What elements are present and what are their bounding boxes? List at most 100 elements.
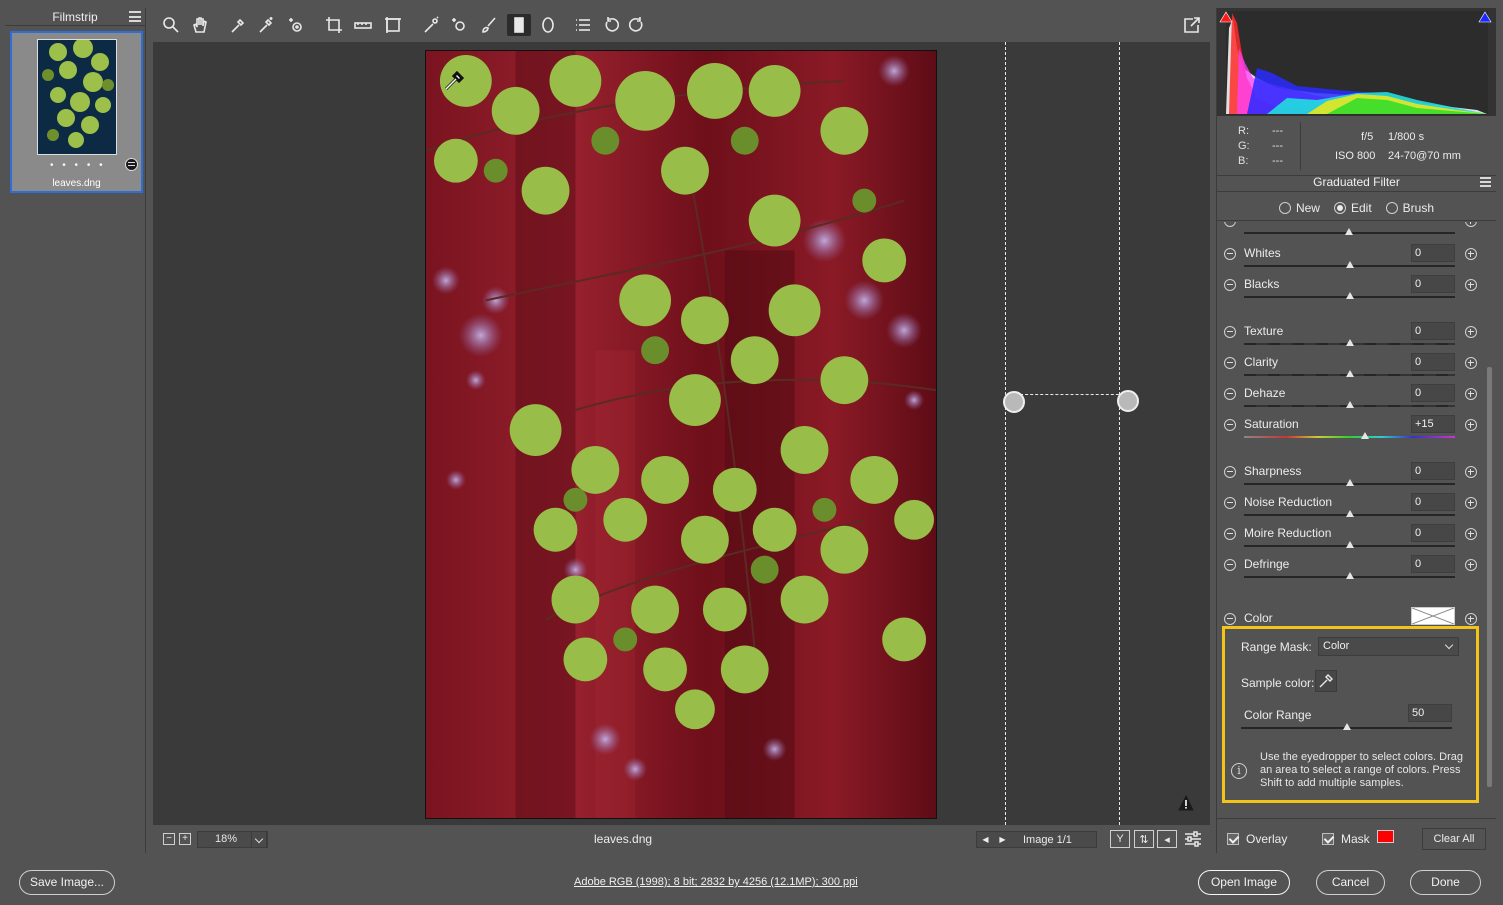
zoom-out-button[interactable]: −: [163, 833, 175, 845]
moire-reduction-decrease-icon[interactable]: [1224, 528, 1236, 540]
texture-value-field[interactable]: 0: [1411, 322, 1455, 340]
panel-menu-icon[interactable]: [1480, 177, 1491, 187]
fullscreen-icon[interactable]: [1180, 14, 1204, 36]
moire-reduction-value-field[interactable]: 0: [1411, 524, 1455, 542]
radial-filter-tool-icon[interactable]: [536, 14, 560, 36]
sharpness-increase-icon[interactable]: [1465, 466, 1477, 478]
defringe-value-field[interactable]: 0: [1411, 555, 1455, 573]
straighten-tool-icon[interactable]: [351, 14, 375, 36]
saturation-slider-thumb[interactable]: [1361, 432, 1370, 439]
workflow-options-link[interactable]: Adobe RGB (1998); 8 bit; 2832 by 4256 (1…: [574, 876, 858, 888]
saturation-increase-icon[interactable]: [1465, 419, 1477, 431]
graduated-filter-tool-icon[interactable]: [507, 14, 531, 36]
color-increase-icon[interactable]: [1465, 613, 1477, 625]
blacks-slider-thumb[interactable]: [1345, 292, 1354, 299]
decrease-icon[interactable]: [1224, 222, 1236, 227]
whites-decrease-icon[interactable]: [1224, 248, 1236, 260]
blacks-decrease-icon[interactable]: [1224, 279, 1236, 291]
noise-reduction-slider-thumb[interactable]: [1345, 510, 1354, 517]
zoom-in-button[interactable]: +: [179, 833, 191, 845]
whites-increase-icon[interactable]: [1465, 248, 1477, 260]
cancel-button[interactable]: Cancel: [1316, 870, 1385, 895]
color-swatch[interactable]: [1411, 607, 1455, 625]
highlight-clipping-warning-icon[interactable]: [1478, 11, 1492, 23]
defringe-decrease-icon[interactable]: [1224, 559, 1236, 571]
before-after-toggle-icon[interactable]: Y: [1110, 830, 1130, 848]
clarity-increase-icon[interactable]: [1465, 357, 1477, 369]
shadow-clipping-warning-icon[interactable]: [1219, 11, 1233, 23]
saturation-decrease-icon[interactable]: [1224, 419, 1236, 431]
rating-dots[interactable]: • • • • •: [50, 160, 106, 171]
done-button[interactable]: Done: [1410, 870, 1481, 895]
filmstrip-thumbnail[interactable]: • • • • • leaves.dng: [10, 31, 143, 193]
clear-all-button[interactable]: Clear All: [1422, 828, 1486, 850]
graduated-filter-end-line[interactable]: [1119, 42, 1120, 825]
filmstrip-menu-icon[interactable]: [129, 11, 141, 22]
texture-decrease-icon[interactable]: [1224, 326, 1236, 338]
color-sampler-tool-icon[interactable]: [254, 14, 278, 36]
clarity-value-field[interactable]: 0: [1411, 353, 1455, 371]
blacks-value-field[interactable]: 0: [1411, 275, 1455, 293]
zoom-dropdown-chevron-icon[interactable]: [251, 831, 268, 848]
clarity-slider-thumb[interactable]: [1345, 370, 1354, 377]
dehaze-increase-icon[interactable]: [1465, 388, 1477, 400]
defringe-increase-icon[interactable]: [1465, 559, 1477, 571]
sample-color-eyedropper-icon[interactable]: [1315, 670, 1337, 692]
dehaze-slider-thumb[interactable]: [1345, 401, 1354, 408]
rotate-right-icon[interactable]: [625, 14, 649, 36]
color-decrease-icon[interactable]: [1224, 613, 1236, 625]
rotate-left-icon[interactable]: [599, 14, 623, 36]
transform-tool-icon[interactable]: [381, 14, 405, 36]
dehaze-value-field[interactable]: 0: [1411, 384, 1455, 402]
saturation-slider-track[interactable]: [1244, 436, 1455, 438]
moire-reduction-increase-icon[interactable]: [1465, 528, 1477, 540]
mode-brush-radio[interactable]: Brush: [1385, 201, 1434, 215]
image-preview[interactable]: [153, 42, 1210, 825]
noise-reduction-increase-icon[interactable]: [1465, 497, 1477, 509]
photo-canvas[interactable]: [425, 50, 937, 819]
clarity-decrease-icon[interactable]: [1224, 357, 1236, 369]
warning-icon[interactable]: [1178, 794, 1194, 811]
noise-reduction-value-field[interactable]: 0: [1411, 493, 1455, 511]
adjustment-brush-tool-icon[interactable]: [477, 14, 501, 36]
color-range-thumb[interactable]: [1342, 723, 1351, 730]
open-image-button[interactable]: Open Image: [1198, 870, 1290, 895]
hand-tool-icon[interactable]: [188, 14, 212, 36]
white-balance-tool-icon[interactable]: [226, 14, 250, 36]
sharpness-decrease-icon[interactable]: [1224, 466, 1236, 478]
spot-removal-tool-icon[interactable]: [419, 14, 443, 36]
mask-color-swatch[interactable]: [1377, 830, 1394, 843]
targeted-adjustment-tool-icon[interactable]: [284, 14, 308, 36]
moire-reduction-slider-thumb[interactable]: [1345, 541, 1354, 548]
color-range-value[interactable]: 50: [1408, 704, 1452, 722]
next-image-icon[interactable]: ▶: [994, 832, 1011, 847]
blacks-increase-icon[interactable]: [1465, 279, 1477, 291]
texture-slider-thumb[interactable]: [1345, 339, 1354, 346]
save-image-button[interactable]: Save Image...: [19, 870, 115, 895]
mode-edit-radio[interactable]: Edit: [1333, 201, 1372, 215]
preview-preferences-icon[interactable]: [1183, 830, 1203, 848]
slider-thumb[interactable]: [1345, 228, 1353, 235]
whites-value-field[interactable]: 0: [1411, 244, 1455, 262]
whites-slider-thumb[interactable]: [1345, 261, 1354, 268]
red-eye-tool-icon[interactable]: [447, 14, 471, 36]
graduated-filter-start-line[interactable]: [1005, 42, 1006, 825]
crop-tool-icon[interactable]: [322, 14, 346, 36]
saturation-value-field[interactable]: +15: [1411, 415, 1455, 433]
range-mask-select[interactable]: Color: [1318, 637, 1459, 656]
noise-reduction-decrease-icon[interactable]: [1224, 497, 1236, 509]
presets-list-icon[interactable]: [571, 14, 595, 36]
sharpness-slider-thumb[interactable]: [1345, 479, 1354, 486]
previous-image-icon[interactable]: ◀: [977, 832, 994, 847]
graduated-filter-pin-end[interactable]: [1117, 390, 1139, 412]
scrollbar-thumb[interactable]: [1487, 367, 1492, 787]
graduated-filter-pin-start[interactable]: [1003, 391, 1025, 413]
increase-icon[interactable]: [1465, 222, 1477, 227]
texture-increase-icon[interactable]: [1465, 326, 1477, 338]
mode-new-radio[interactable]: New: [1278, 201, 1320, 215]
defringe-slider-thumb[interactable]: [1345, 572, 1354, 579]
sharpness-value-field[interactable]: 0: [1411, 462, 1455, 480]
mask-checkbox[interactable]: Mask: [1322, 832, 1370, 846]
zoom-tool-icon[interactable]: [159, 14, 183, 36]
copy-settings-icon[interactable]: ◂: [1157, 830, 1177, 848]
